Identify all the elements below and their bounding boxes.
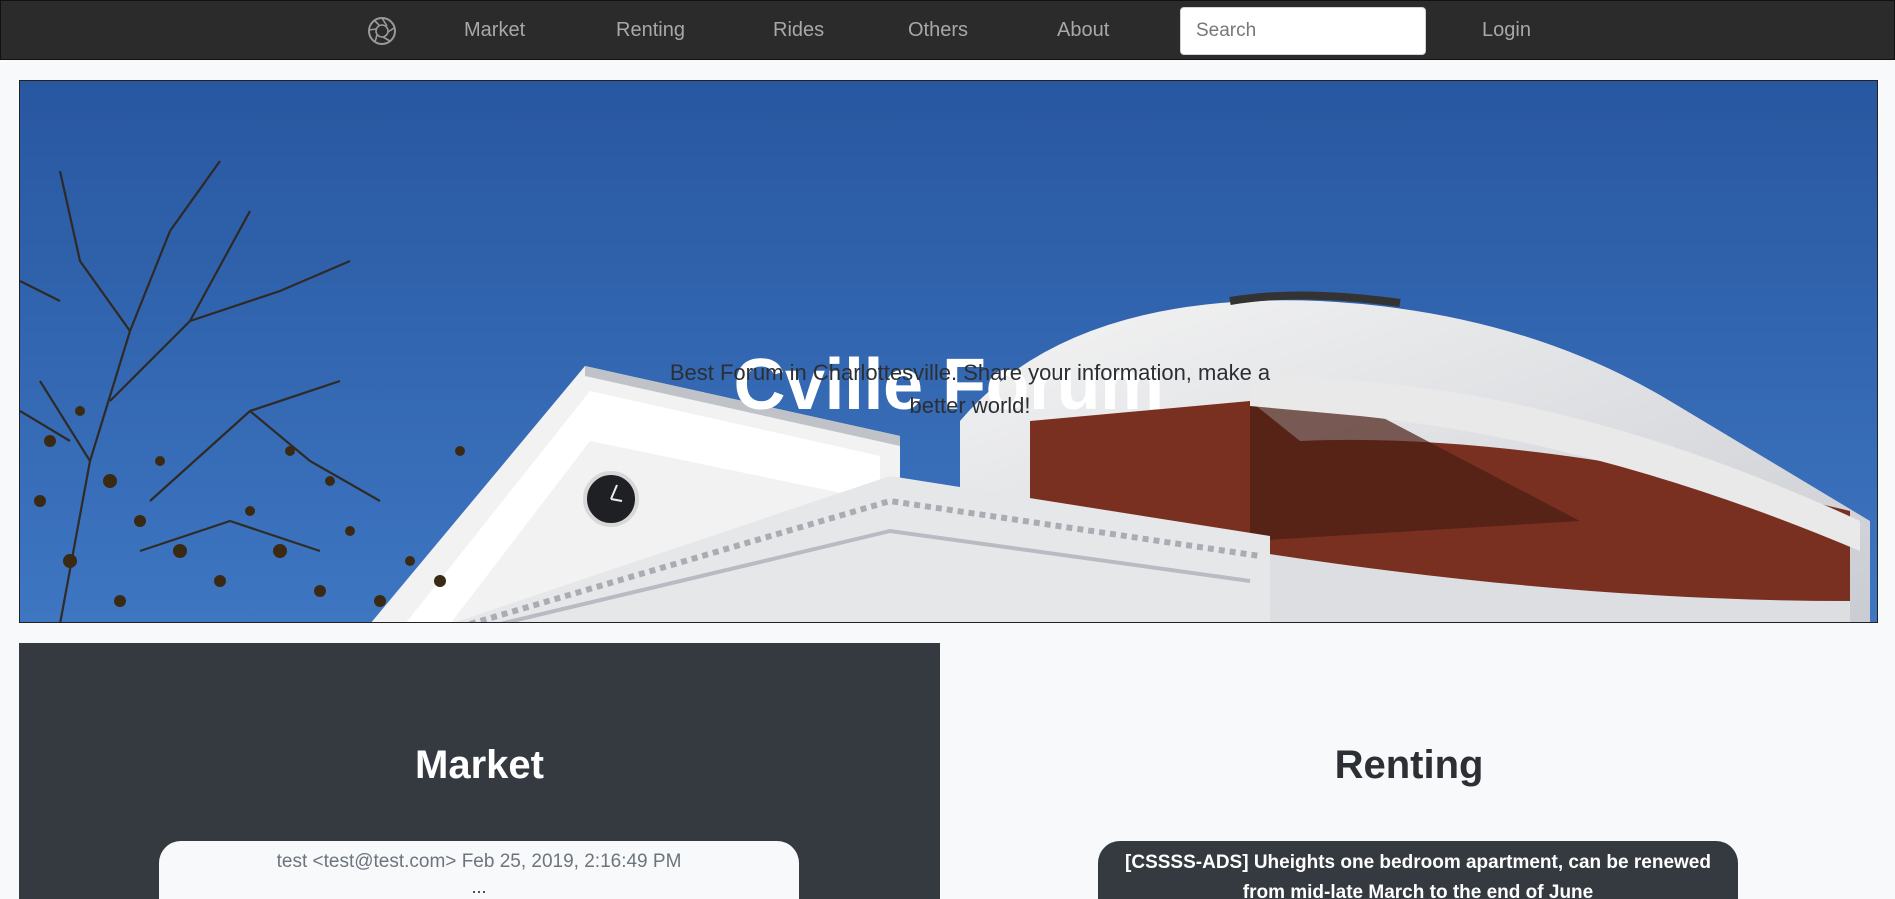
login-link[interactable]: Login xyxy=(1482,19,1531,42)
renting-section: Renting [CSSSS-ADS] Uheights one bedroom… xyxy=(940,643,1878,899)
nav-rides-link[interactable]: Rides xyxy=(773,19,824,42)
post-date: Feb 25, 2019, 2:16:49 PM xyxy=(461,851,682,872)
hero-subtitle: Best Forum in Charlottesville. Share you… xyxy=(669,360,1271,418)
post-body: ... xyxy=(471,877,487,897)
renting-post-card[interactable]: [CSSSS-ADS] Uheights one bedroom apartme… xyxy=(1098,841,1738,899)
market-section: Market test <test@test.com> Feb 25, 2019… xyxy=(19,643,940,899)
market-post-card[interactable]: test <test@test.com> Feb 25, 2019, 2:16:… xyxy=(159,841,799,899)
post-author: test <test@test.com> xyxy=(276,851,457,872)
nav-about-link[interactable]: About xyxy=(1057,19,1109,42)
nav-market-link[interactable]: Market xyxy=(464,19,525,42)
renting-title: Renting xyxy=(1334,743,1484,787)
post-meta: test <test@test.com> Feb 25, 2019, 2:16:… xyxy=(159,851,799,873)
aperture-icon[interactable] xyxy=(367,16,397,46)
top-navbar: Market Renting Rides Others About Login xyxy=(0,0,1895,60)
hero-banner: Cville Forum Best Forum in Charlottesvil… xyxy=(19,80,1878,623)
search-input[interactable] xyxy=(1180,7,1426,55)
nav-renting-link[interactable]: Renting xyxy=(616,19,685,42)
renting-post-title: [CSSSS-ADS] Uheights one bedroom apartme… xyxy=(1125,852,1711,899)
nav-others-link[interactable]: Others xyxy=(908,19,968,42)
market-title: Market xyxy=(415,743,544,787)
